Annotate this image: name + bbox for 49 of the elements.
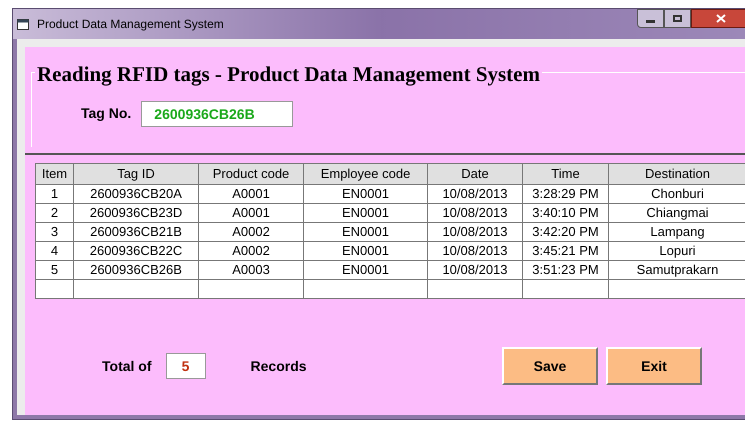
table-cell: EN0001	[304, 222, 428, 241]
window-title: Product Data Management System	[37, 16, 224, 33]
table-cell: 3	[36, 222, 74, 241]
table-cell: 2600936CB22C	[74, 241, 198, 260]
tag-label: Tag No.	[81, 104, 132, 123]
table-cell: 2	[36, 203, 74, 222]
record-count-field[interactable]: 5	[166, 353, 206, 379]
table-cell: 10/08/2013	[428, 203, 522, 222]
table-cell: A0003	[198, 260, 304, 279]
app-icon	[17, 18, 29, 30]
table-cell: 4	[36, 241, 74, 260]
table-cell: 1	[36, 184, 74, 203]
column-header: Destination	[608, 164, 745, 184]
table-cell: A0001	[198, 203, 304, 222]
column-header: Time	[522, 164, 608, 184]
column-header: Tag ID	[74, 164, 198, 184]
table-cell: 3:40:10 PM	[522, 203, 608, 222]
table-cell: A0002	[198, 222, 304, 241]
table-cell: 3:45:21 PM	[522, 241, 608, 260]
table-cell: 3:51:23 PM	[522, 260, 608, 279]
table-cell: 2600936CB23D	[74, 203, 198, 222]
maximize-button[interactable]	[664, 9, 691, 28]
table-cell: 2600936CB21B	[74, 222, 198, 241]
table-cell: 3:42:20 PM	[522, 222, 608, 241]
table-cell: 2600936CB26B	[74, 260, 198, 279]
close-icon	[716, 14, 726, 23]
table-cell: EN0001	[304, 241, 428, 260]
minimize-button[interactable]	[637, 9, 664, 28]
column-header: Product code	[198, 164, 304, 184]
table-cell: EN0001	[304, 203, 428, 222]
table-cell: 10/08/2013	[428, 260, 522, 279]
action-button[interactable]: Exit	[606, 347, 702, 385]
table-cell: 10/08/2013	[428, 184, 522, 203]
table-cell: 3:28:29 PM	[522, 184, 608, 203]
records-label: Records	[250, 356, 307, 376]
action-button[interactable]: Save	[502, 347, 598, 385]
table-cell: 10/08/2013	[428, 222, 522, 241]
table-cell: A0002	[198, 241, 304, 260]
table-cell: 5	[36, 260, 74, 279]
column-header: Item	[36, 164, 74, 184]
column-header: Date	[428, 164, 522, 184]
total-label: Total of	[102, 356, 152, 376]
table-cell: EN0001	[304, 260, 428, 279]
close-button[interactable]	[691, 9, 745, 28]
table-cell: EN0001	[304, 184, 428, 203]
table-cell: A0001	[198, 184, 304, 203]
table-cell: 2600936CB20A	[74, 184, 198, 203]
table-cell: 10/08/2013	[428, 241, 522, 260]
column-header: Employee code	[304, 164, 428, 184]
